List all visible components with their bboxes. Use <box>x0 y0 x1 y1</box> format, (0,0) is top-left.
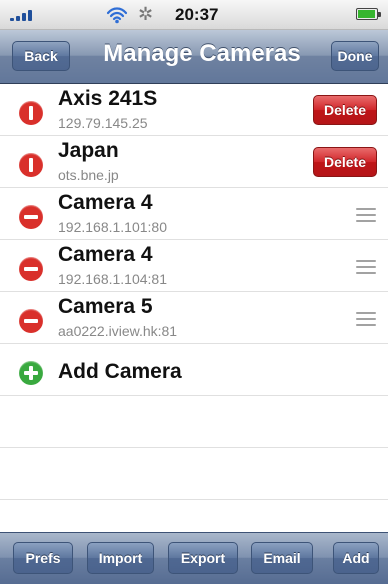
camera-name: Japan <box>58 139 119 162</box>
navigation-bar: Back Manage Cameras Done <box>0 30 388 84</box>
back-button[interactable]: Back <box>12 41 70 71</box>
camera-row[interactable]: Axis 241S 129.79.145.25 Delete <box>0 84 388 136</box>
battery-icon <box>356 8 381 20</box>
delete-confirm-icon[interactable] <box>19 153 43 177</box>
page-title: Manage Cameras <box>103 40 301 67</box>
camera-row[interactable]: Camera 5 aa0222.iview.hk:81 <box>0 292 388 344</box>
reorder-icon[interactable] <box>356 260 376 276</box>
camera-row[interactable]: Japan ots.bne.jp Delete <box>0 136 388 188</box>
remove-icon[interactable] <box>19 205 43 229</box>
delete-button[interactable]: Delete <box>313 147 377 177</box>
reorder-icon[interactable] <box>356 208 376 224</box>
camera-address: aa0222.iview.hk:81 <box>58 323 178 339</box>
gear-icon: ✲ <box>138 4 154 24</box>
camera-address: ots.bne.jp <box>58 167 119 183</box>
status-time: 20:37 <box>175 5 219 24</box>
signal-icon <box>10 9 38 21</box>
manage-cameras-screen: ✲ 20:37 Back Manage Cameras Done Axis 24… <box>0 0 388 584</box>
bottom-toolbar: Prefs Import Export Email Add <box>0 532 388 584</box>
camera-address: 192.168.1.104:81 <box>58 271 167 287</box>
add-camera-row[interactable]: Add Camera <box>0 344 388 396</box>
done-button[interactable]: Done <box>331 41 379 71</box>
email-button[interactable]: Email <box>251 542 313 574</box>
add-camera-label: Add Camera <box>58 360 182 383</box>
remove-icon[interactable] <box>19 309 43 333</box>
reorder-icon[interactable] <box>356 312 376 328</box>
empty-list-row <box>0 396 388 448</box>
camera-address: 192.168.1.101:80 <box>58 219 167 235</box>
delete-button[interactable]: Delete <box>313 95 377 125</box>
camera-name: Camera 5 <box>58 295 153 318</box>
camera-list: Axis 241S 129.79.145.25 Delete Japan ots… <box>0 84 388 552</box>
empty-list-row <box>0 448 388 500</box>
status-bar: ✲ 20:37 <box>0 0 388 30</box>
prefs-button[interactable]: Prefs <box>13 542 73 574</box>
add-icon[interactable] <box>19 361 43 385</box>
remove-icon[interactable] <box>19 257 43 281</box>
export-button[interactable]: Export <box>168 542 238 574</box>
camera-address: 129.79.145.25 <box>58 115 148 131</box>
camera-name: Camera 4 <box>58 243 153 266</box>
add-button[interactable]: Add <box>333 542 379 574</box>
import-button[interactable]: Import <box>87 542 154 574</box>
camera-name: Camera 4 <box>58 191 153 214</box>
wifi-icon <box>106 7 128 24</box>
delete-confirm-icon[interactable] <box>19 101 43 125</box>
camera-name: Axis 241S <box>58 87 158 110</box>
camera-row[interactable]: Camera 4 192.168.1.101:80 <box>0 188 388 240</box>
camera-row[interactable]: Camera 4 192.168.1.104:81 <box>0 240 388 292</box>
